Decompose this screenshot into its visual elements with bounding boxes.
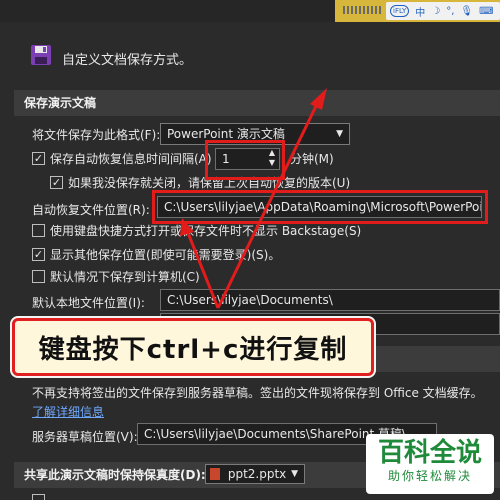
watermark-title: 百科全说 (377, 438, 482, 468)
fidelity-title: 共享此演示文稿时保持保真度(D): (24, 468, 206, 482)
default-computer-label: 默认情况下保存到计算机(C) (50, 270, 200, 284)
format-label: 将文件保存为此格式(F): (32, 128, 161, 142)
backstage-label: 使用键盘快捷方式打开或保存文件时不显示 Backstage(S) (50, 224, 362, 238)
default-local-label: 默认本地文件位置(I): (32, 296, 145, 310)
instruction-text: 键盘按下ctrl+c进行复制 (38, 334, 348, 365)
default-computer-checkbox[interactable] (32, 270, 45, 283)
pptx-file-icon (210, 468, 220, 480)
ime-chinese-icon[interactable]: 中 (415, 4, 425, 19)
embed-fonts-checkbox[interactable] (32, 494, 45, 500)
save-disk-icon (30, 44, 52, 66)
interval-unit: 分钟(M) (290, 152, 334, 166)
keyboard-icon[interactable]: ⌨ (479, 6, 493, 17)
watermark-logo: 百科全说 助你轻松解决 (366, 434, 494, 494)
ime-toolbar[interactable]: iFLY 中 ☽ °, 🎙 ⌨ ⁘ (386, 2, 500, 20)
show-other-locations-label: 显示其他保存位置(即使可能需要登录)(S)。 (50, 248, 281, 262)
interval-highlight (205, 140, 285, 180)
moon-icon[interactable]: ☽ (431, 6, 440, 17)
page-description: 自定义文档保存方式。 (62, 53, 193, 68)
drafts-location-label: 服务器草稿位置(V): (32, 430, 138, 444)
default-local-input[interactable]: C:\Users\lilyjae\Documents\ (160, 289, 500, 311)
location-highlight (152, 190, 488, 224)
format-dropdown-value: PowerPoint 演示文稿 (167, 127, 285, 141)
backstage-checkbox[interactable] (32, 224, 45, 237)
fidelity-file-value: ppt2.pptx (227, 467, 287, 481)
punctuation-icon[interactable]: °, (446, 6, 454, 17)
autorecover-location-label: 自动恢复文件位置(R): (32, 203, 150, 217)
ime-logo-badge: iFLY (390, 5, 410, 17)
offline-info-text: 不再支持将签出的文件保存到服务器草稿。签出的文件现将保存到 Office 文档缓… (32, 386, 483, 400)
save-presentations-header: 保存演示文稿 (14, 90, 500, 116)
grip-dots (343, 6, 383, 14)
chevron-down-icon: ▼ (291, 469, 298, 479)
autorecover-checkbox[interactable]: ✓ (32, 152, 45, 165)
autorecover-label: 保存自动恢复信息时间间隔(A) (50, 152, 212, 166)
show-other-locations-checkbox[interactable]: ✓ (32, 248, 45, 261)
top-strip: iFLY 中 ☽ °, 🎙 ⌨ ⁘ (0, 0, 500, 22)
watermark-subtitle: 助你轻松解决 (387, 469, 472, 483)
chevron-down-icon: ▼ (336, 129, 343, 139)
mic-icon[interactable]: 🎙 (460, 6, 473, 17)
keep-last-checkbox[interactable]: ✓ (50, 176, 63, 189)
learn-more-link[interactable]: 了解详细信息 (32, 403, 104, 420)
fidelity-file-dropdown[interactable]: ppt2.pptx ▼ (205, 464, 305, 484)
instruction-callout: 键盘按下ctrl+c进行复制 (12, 318, 374, 376)
